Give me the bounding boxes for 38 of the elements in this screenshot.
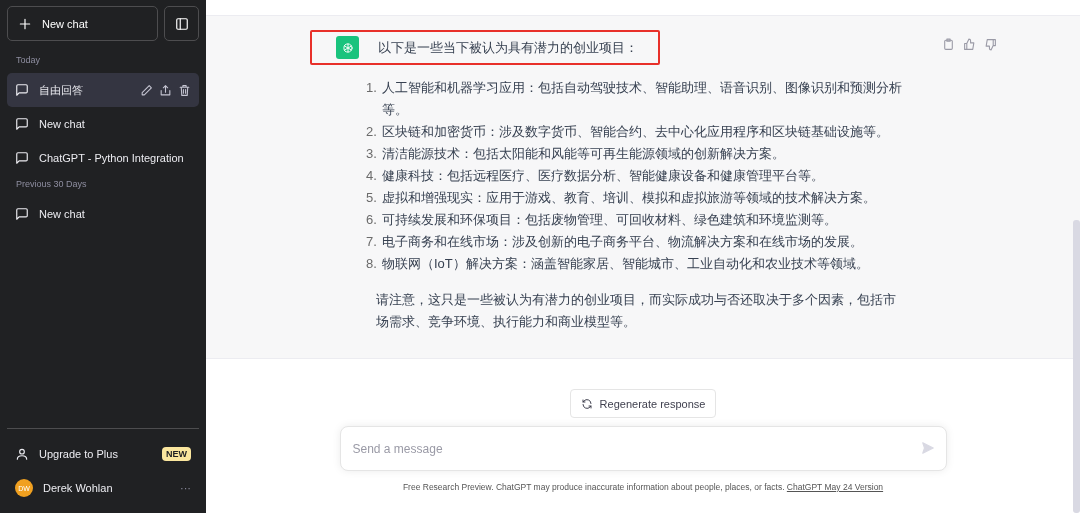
list-item-text: 可持续发展和环保项目：包括废物管理、可回收材料、绿色建筑和环境监测等。 bbox=[382, 211, 838, 229]
list-number: 4. bbox=[366, 167, 378, 185]
list-item-text: 物联网（IoT）解决方案：涵盖智能家居、智能城市、工业自动化和农业技术等领域。 bbox=[382, 255, 870, 273]
user-name: Derek Wohlan bbox=[43, 482, 114, 494]
list-item-text: 健康科技：包括远程医疗、医疗数据分析、智能健康设备和健康管理平台等。 bbox=[382, 167, 825, 185]
list-number: 1. bbox=[366, 79, 378, 97]
list-item-text: 区块链和加密货币：涉及数字货币、智能合约、去中心化应用程序和区块链基础设施等。 bbox=[382, 123, 890, 141]
list-item-text: 人工智能和机器学习应用：包括自动驾驶技术、智能助理、语音识别、图像识别和预测分析等。 bbox=[382, 79, 903, 119]
list-number: 3. bbox=[366, 145, 378, 163]
message-text: 请注意，这只是一些被认为有潜力的创业项目，而实际成功与否还取决于多个因素，包括市场需求、竞争环境、执行能力和商业模型等。 bbox=[376, 291, 897, 331]
chat-item[interactable]: 自由回答 bbox=[7, 73, 199, 107]
new-badge: NEW bbox=[162, 447, 191, 461]
regenerate-button[interactable]: Regenerate response bbox=[569, 389, 717, 418]
list-number: 2. bbox=[366, 123, 378, 141]
list-item-text: 虚拟和增强现实：应用于游戏、教育、培训、模拟和虚拟旅游等领域的技术解决方案。 bbox=[382, 189, 877, 207]
chat-item[interactable]: ChatGPT - Python Integration bbox=[7, 141, 199, 175]
chat-title: New chat bbox=[39, 208, 86, 220]
list-item-text: 电子商务和在线市场：涉及创新的电子商务平台、物流解决方案和在线市场的发展。 bbox=[382, 233, 864, 251]
disclaimer-text: Free Research Preview. ChatGPT may produce inaccurate information about people, places, or facts. bbox=[402, 482, 786, 492]
list-number: 5. bbox=[366, 189, 378, 207]
section-heading: Today bbox=[15, 54, 42, 67]
version-link[interactable]: ChatGPT May 24 Version bbox=[786, 482, 884, 492]
chat-title: New chat bbox=[39, 118, 86, 130]
chat-item[interactable]: New chat bbox=[7, 107, 199, 141]
chat-title: 自由回答 bbox=[39, 82, 84, 98]
message-input[interactable]: Send a message bbox=[339, 426, 947, 471]
upgrade-item[interactable]: Upgrade to Plus NEW bbox=[7, 437, 199, 471]
chat-item[interactable]: New chat bbox=[7, 197, 199, 231]
section-heading: Previous 30 Days bbox=[15, 178, 88, 191]
new-chat-button[interactable]: New chat bbox=[7, 6, 158, 41]
list-number: 8. bbox=[366, 255, 378, 273]
list-number: 6. bbox=[366, 211, 378, 229]
more-button[interactable]: ··· bbox=[180, 482, 191, 494]
list-number: 7. bbox=[366, 233, 378, 251]
chat-title: ChatGPT - Python Integration bbox=[39, 152, 185, 164]
message-text: 以下是一些当下被认为具有潜力的创业项目： bbox=[378, 38, 638, 57]
upgrade-label: Upgrade to Plus bbox=[39, 448, 119, 460]
list-item-text: 清洁能源技术：包括太阳能和风能等可再生能源领域的创新解决方案。 bbox=[382, 145, 786, 163]
